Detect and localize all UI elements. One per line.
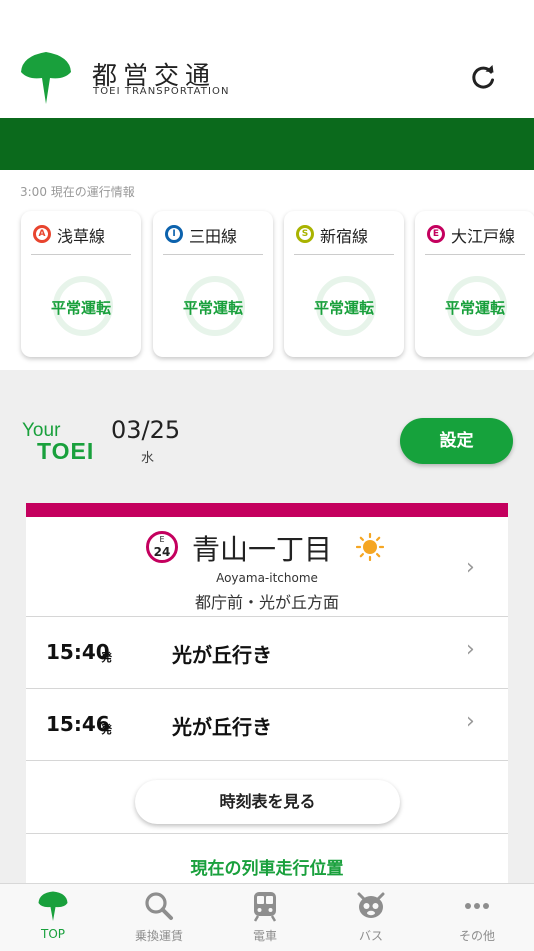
tab-bus[interactable]: バス bbox=[318, 884, 424, 951]
station-card: E 24 青山一丁目 Aoyama-itchome 都庁前・光が丘方面 › 15… bbox=[26, 503, 508, 883]
line-badge-i-icon: I bbox=[165, 225, 183, 243]
status-caption: 3:00 現在の運行情報 bbox=[20, 185, 135, 199]
departure-row[interactable]: 15:46 発 光が丘行き › bbox=[26, 689, 508, 760]
app-header: 都営交通 TOEI TRANSPORTATION bbox=[0, 0, 534, 118]
line-status: 平常運転 bbox=[444, 299, 505, 317]
your-toei-logo-toei: TOEI bbox=[37, 438, 95, 464]
tab-transfer-fare[interactable]: 乗換運賃 bbox=[106, 884, 212, 951]
current-date: 03/25 bbox=[111, 416, 181, 444]
tab-other[interactable]: その他 bbox=[424, 884, 530, 951]
departure-suffix: 発 bbox=[101, 651, 112, 664]
ginkgo-icon bbox=[38, 891, 68, 921]
station-header[interactable]: E 24 青山一丁目 Aoyama-itchome 都庁前・光が丘方面 › bbox=[26, 517, 508, 616]
line-status: 平常運転 bbox=[182, 299, 243, 317]
tab-top[interactable]: TOP bbox=[0, 884, 106, 951]
tab-train[interactable]: 電車 bbox=[212, 884, 318, 951]
line-badge-e-icon: E bbox=[427, 225, 445, 243]
line-card-asakusa[interactable]: A 浅草線 平常運転 bbox=[21, 211, 141, 357]
divider bbox=[31, 254, 131, 255]
chevron-right-icon: › bbox=[466, 637, 475, 662]
line-badge-s-icon: S bbox=[296, 225, 314, 243]
chevron-right-icon: › bbox=[466, 555, 475, 580]
bus-mascot-icon bbox=[357, 892, 385, 918]
view-timetable-button[interactable]: 時刻表を見る bbox=[135, 780, 400, 824]
brand-name-english: TOEI TRANSPORTATION bbox=[93, 86, 230, 97]
line-card-shinjuku[interactable]: S 新宿線 平常運転 bbox=[284, 211, 404, 357]
header-banner bbox=[0, 118, 534, 170]
divider bbox=[26, 760, 508, 761]
line-color-bar bbox=[26, 503, 508, 517]
line-name: 三田線 bbox=[189, 227, 238, 246]
line-status: 平常運転 bbox=[313, 299, 374, 317]
line-name: 大江戸線 bbox=[451, 227, 516, 246]
settings-button[interactable]: 設定 bbox=[400, 418, 513, 464]
tab-label: バス bbox=[358, 929, 383, 943]
divider bbox=[294, 254, 394, 255]
station-number: 24 bbox=[153, 545, 171, 559]
line-card-mita[interactable]: I 三田線 平常運転 bbox=[153, 211, 273, 357]
tab-label: その他 bbox=[458, 929, 495, 943]
tab-label: 乗換運賃 bbox=[134, 929, 183, 943]
departure-destination: 光が丘行き bbox=[172, 643, 272, 667]
departure-suffix: 発 bbox=[101, 723, 112, 736]
line-status: 平常運転 bbox=[50, 299, 111, 317]
line-card-oedo[interactable]: E 大江戸線 平常運転 bbox=[415, 211, 534, 357]
toei-ginkgo-logo-icon bbox=[21, 52, 71, 104]
station-line-letter: E bbox=[159, 535, 165, 544]
chevron-right-icon: › bbox=[466, 709, 475, 734]
divider bbox=[425, 254, 525, 255]
current-weekday: 水 bbox=[141, 451, 155, 466]
refresh-icon[interactable] bbox=[468, 62, 498, 92]
line-name: 新宿線 bbox=[320, 227, 369, 246]
station-name: 青山一丁目 bbox=[192, 533, 333, 566]
tab-label: TOP bbox=[40, 927, 65, 941]
tab-bar: TOP 乗換運賃 電車 バス その他 bbox=[0, 883, 534, 951]
departure-row[interactable]: 15:40 発 光が丘行き › bbox=[26, 617, 508, 688]
divider bbox=[26, 833, 508, 834]
line-badge-a-icon: A bbox=[33, 225, 51, 243]
departure-destination: 光が丘行き bbox=[172, 715, 272, 739]
line-name: 浅草線 bbox=[57, 227, 106, 246]
sun-icon bbox=[356, 533, 384, 561]
station-name-romanized: Aoyama-itchome bbox=[216, 571, 318, 585]
more-icon bbox=[465, 903, 489, 909]
station-direction: 都庁前・光が丘方面 bbox=[194, 593, 339, 612]
divider bbox=[163, 254, 263, 255]
search-icon bbox=[145, 892, 173, 920]
station-number-badge-icon: E 24 bbox=[146, 531, 178, 563]
train-icon bbox=[253, 892, 277, 922]
train-position-link[interactable]: 現在の列車走行位置 bbox=[26, 854, 508, 879]
tab-label: 電車 bbox=[252, 929, 277, 943]
